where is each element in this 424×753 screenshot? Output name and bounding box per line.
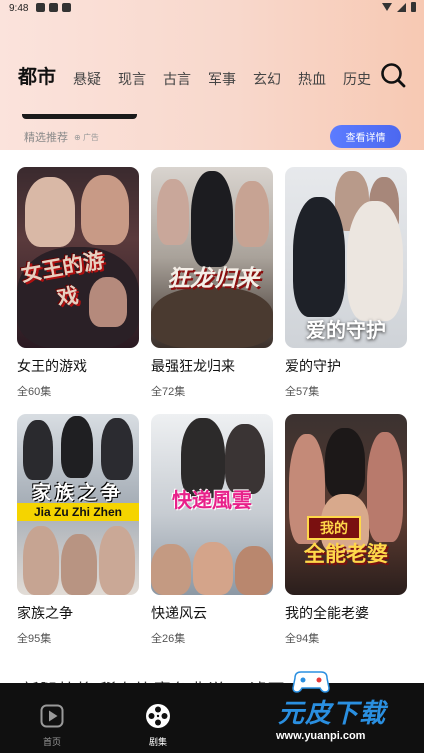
signal-icon: [397, 2, 406, 12]
poster-figure: [25, 177, 75, 247]
poster-title: 全能老婆: [304, 543, 388, 566]
episode-count: 全95集: [17, 633, 52, 645]
drama-title: 家族之争: [17, 605, 73, 621]
section-header: 精选推荐 ⊕ 广告: [24, 129, 99, 145]
watermark-url: www.yuanpi.com: [276, 730, 366, 742]
poster-figure: [101, 418, 133, 480]
drama-title: 我的全能老婆: [285, 605, 369, 621]
system-icons: [382, 2, 416, 12]
battery-icon: [411, 2, 416, 12]
poster-title: 快递風雲: [172, 490, 252, 512]
notification-icon: [62, 3, 71, 12]
ad-tag: ⊕ 广告: [74, 132, 99, 143]
play-icon: [40, 704, 64, 728]
poster-figure: [61, 534, 97, 595]
status-time: 9:48: [9, 3, 29, 14]
notification-icon: [49, 3, 58, 12]
banner-edge: [22, 114, 137, 119]
poster-figure: [325, 428, 365, 498]
poster-figure: [23, 420, 53, 480]
drama-card[interactable]: 女王的游戏 女王的游戏 全60集: [17, 167, 139, 399]
watermark-text: 元皮下载: [278, 698, 387, 728]
poster-figure: [293, 197, 345, 317]
ad-icon: ⊕: [74, 132, 81, 142]
drama-title: 女王的游戏: [17, 358, 87, 374]
poster-figure: [157, 179, 189, 245]
drama-card[interactable]: 家族之争 Jia Zu Zhi Zhen 家族之争 全95集: [17, 414, 139, 646]
tab-junshi[interactable]: 军事: [208, 68, 236, 90]
tab-xianyan[interactable]: 现言: [118, 68, 146, 90]
drama-poster[interactable]: 家族之争 Jia Zu Zhi Zhen: [17, 414, 139, 595]
poster-figure: [193, 542, 233, 595]
drama-poster[interactable]: 女王的游戏: [17, 167, 139, 348]
episode-count: 全26集: [151, 633, 186, 645]
drama-card[interactable]: 快递風雲 快递风云 全26集: [151, 414, 273, 646]
poster-figure: [99, 526, 135, 595]
search-icon[interactable]: [380, 62, 406, 88]
poster-title: 爱的守护: [306, 320, 386, 342]
nav-dramas-label: 剧集: [148, 737, 167, 747]
drama-card[interactable]: 狂龙归来 最强狂龙归来 全72集: [151, 167, 273, 399]
drama-card[interactable]: 爱的守护 爱的守护 全57集: [285, 167, 407, 399]
gamepad-logo-icon: [292, 671, 330, 693]
wifi-icon: [382, 3, 392, 11]
poster-pinyin: Jia Zu Zhi Zhen: [17, 503, 139, 521]
tab-xuanyi[interactable]: 悬疑: [73, 68, 101, 90]
tab-lishi[interactable]: 历史: [343, 68, 371, 90]
poster-figure: [235, 546, 273, 595]
poster-figure: [23, 526, 59, 595]
notification-icon: [36, 3, 45, 12]
drama-title: 最强狂龙归来: [151, 358, 235, 374]
drama-poster[interactable]: 我的 全能老婆: [285, 414, 407, 595]
poster-title: 家族之争: [31, 483, 124, 504]
poster-figure: [81, 175, 129, 245]
episode-count: 全94集: [285, 633, 320, 645]
nav-dramas[interactable]: 剧集: [123, 683, 193, 753]
drama-poster[interactable]: 快递風雲: [151, 414, 273, 595]
tab-dushi[interactable]: 都市: [18, 66, 56, 90]
drama-poster[interactable]: 爱的守护: [285, 167, 407, 348]
poster-figure: [367, 432, 403, 542]
film-reel-icon: [146, 704, 170, 728]
poster-figure: [61, 416, 93, 478]
tab-guyan[interactable]: 古言: [163, 68, 191, 90]
drama-title: 爱的守护: [285, 358, 341, 374]
ad-label: 广告: [82, 132, 99, 142]
status-bar: 9:48: [0, 0, 424, 18]
episode-count: 全72集: [151, 386, 186, 398]
view-details-button[interactable]: 查看详情: [330, 125, 401, 148]
poster-title: 狂龙归来: [167, 265, 259, 291]
episode-count: 全60集: [17, 386, 52, 398]
nav-home[interactable]: 首页: [17, 683, 87, 753]
tab-xuanhuan[interactable]: 玄幻: [253, 68, 281, 90]
section-title: 精选推荐: [24, 132, 68, 144]
nav-home-label: 首页: [42, 737, 61, 747]
drama-card[interactable]: 我的 全能老婆 我的全能老婆 全94集: [285, 414, 407, 646]
drama-poster[interactable]: 狂龙归来: [151, 167, 273, 348]
poster-subtitle: 我的: [307, 516, 361, 540]
drama-title: 快递风云: [151, 605, 207, 621]
poster-figure: [151, 287, 273, 348]
notification-icons: [36, 3, 71, 12]
poster-figure: [235, 181, 269, 247]
tab-rexue[interactable]: 热血: [298, 68, 326, 90]
episode-count: 全57集: [285, 386, 320, 398]
poster-figure: [347, 201, 403, 321]
poster-figure: [151, 544, 191, 595]
category-tabs: 都市 悬疑 现言 古言 军事 玄幻 热血 历史: [18, 62, 388, 90]
poster-figure: [191, 171, 233, 267]
